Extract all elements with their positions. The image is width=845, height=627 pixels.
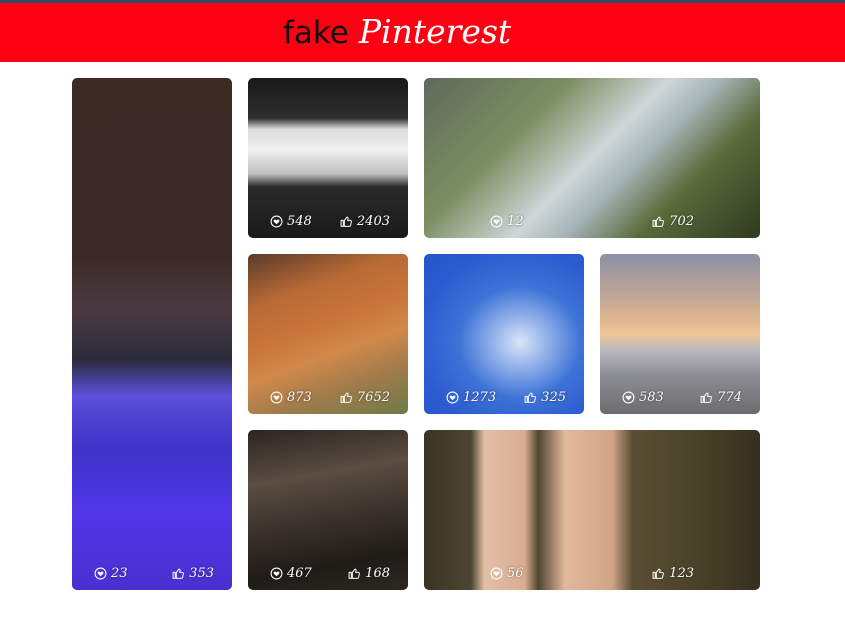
photo-tile-bridge-night[interactable]: 23 353 (72, 78, 232, 590)
heart-count[interactable]: 23 (94, 566, 128, 581)
like-count[interactable]: 168 (348, 566, 390, 581)
photo-tile-legs-forest[interactable]: 56 123 (424, 430, 760, 590)
heart-count[interactable]: 1273 (446, 390, 496, 405)
like-count[interactable]: 123 (652, 566, 694, 581)
like-count[interactable]: 7652 (340, 390, 390, 405)
heart-circle-icon (490, 215, 503, 228)
like-count-value: 702 (669, 214, 694, 229)
heart-circle-icon (490, 567, 503, 580)
like-count[interactable]: 325 (524, 390, 566, 405)
photo-tile-subway-station[interactable]: 548 2403 (248, 78, 408, 238)
heart-circle-icon (270, 567, 283, 580)
heart-count[interactable]: 548 (270, 214, 312, 229)
thumbs-up-icon (340, 216, 352, 227)
heart-count-value: 23 (111, 566, 128, 581)
heart-circle-icon (446, 391, 459, 404)
photo-tile-hanging-wires[interactable]: 467 168 (248, 430, 408, 590)
heart-count-value: 467 (287, 566, 312, 581)
image-grid: 23 353 548 2403 12 702 873 7652 1273 325… (0, 0, 845, 627)
thumbs-up-icon (700, 392, 713, 403)
heart-circle-icon (270, 215, 283, 228)
like-count[interactable]: 353 (172, 566, 214, 581)
tile-stats: 56 123 (424, 562, 760, 584)
photo-tile-blue-sky[interactable]: 1273 325 (424, 254, 584, 414)
tile-stats: 467 168 (248, 562, 408, 584)
like-count[interactable]: 702 (652, 214, 694, 229)
tile-stats: 548 2403 (248, 210, 408, 232)
tile-stats: 12 702 (424, 210, 760, 232)
like-count-value: 123 (669, 566, 694, 581)
like-count-value: 353 (189, 566, 214, 581)
like-count[interactable]: 774 (700, 390, 742, 405)
heart-count[interactable]: 12 (490, 214, 524, 229)
like-count-value: 774 (717, 390, 742, 405)
tile-stats: 23 353 (72, 562, 232, 584)
heart-count[interactable]: 56 (490, 566, 524, 581)
heart-count[interactable]: 873 (270, 390, 312, 405)
photo-tile-mountain-road[interactable]: 12 702 (424, 78, 760, 238)
like-count[interactable]: 2403 (340, 214, 390, 229)
tile-stats: 1273 325 (424, 386, 584, 408)
thumbs-up-icon (652, 216, 665, 227)
thumbs-up-icon (172, 568, 185, 579)
heart-circle-icon (94, 567, 107, 580)
like-count-value: 168 (365, 566, 390, 581)
heart-count-value: 12 (507, 214, 524, 229)
heart-count-value: 1273 (463, 390, 497, 405)
heart-circle-icon (622, 391, 635, 404)
thumbs-up-icon (652, 568, 665, 579)
heart-count[interactable]: 583 (622, 390, 664, 405)
like-count-value: 2403 (356, 214, 390, 229)
like-count-value: 325 (541, 390, 566, 405)
thumbs-up-icon (524, 392, 537, 403)
photo-tile-red-rock[interactable]: 873 7652 (248, 254, 408, 414)
heart-count-value: 56 (507, 566, 524, 581)
thumbs-up-icon (348, 568, 361, 579)
tile-stats: 873 7652 (248, 386, 408, 408)
heart-count-value: 583 (639, 390, 664, 405)
like-count-value: 7652 (356, 390, 390, 405)
heart-circle-icon (270, 391, 283, 404)
heart-count[interactable]: 467 (270, 566, 312, 581)
heart-count-value: 548 (287, 214, 312, 229)
photo-tile-sunset-sea[interactable]: 583 774 (600, 254, 760, 414)
heart-count-value: 873 (287, 390, 312, 405)
tile-stats: 583 774 (600, 386, 760, 408)
thumbs-up-icon (340, 392, 352, 403)
